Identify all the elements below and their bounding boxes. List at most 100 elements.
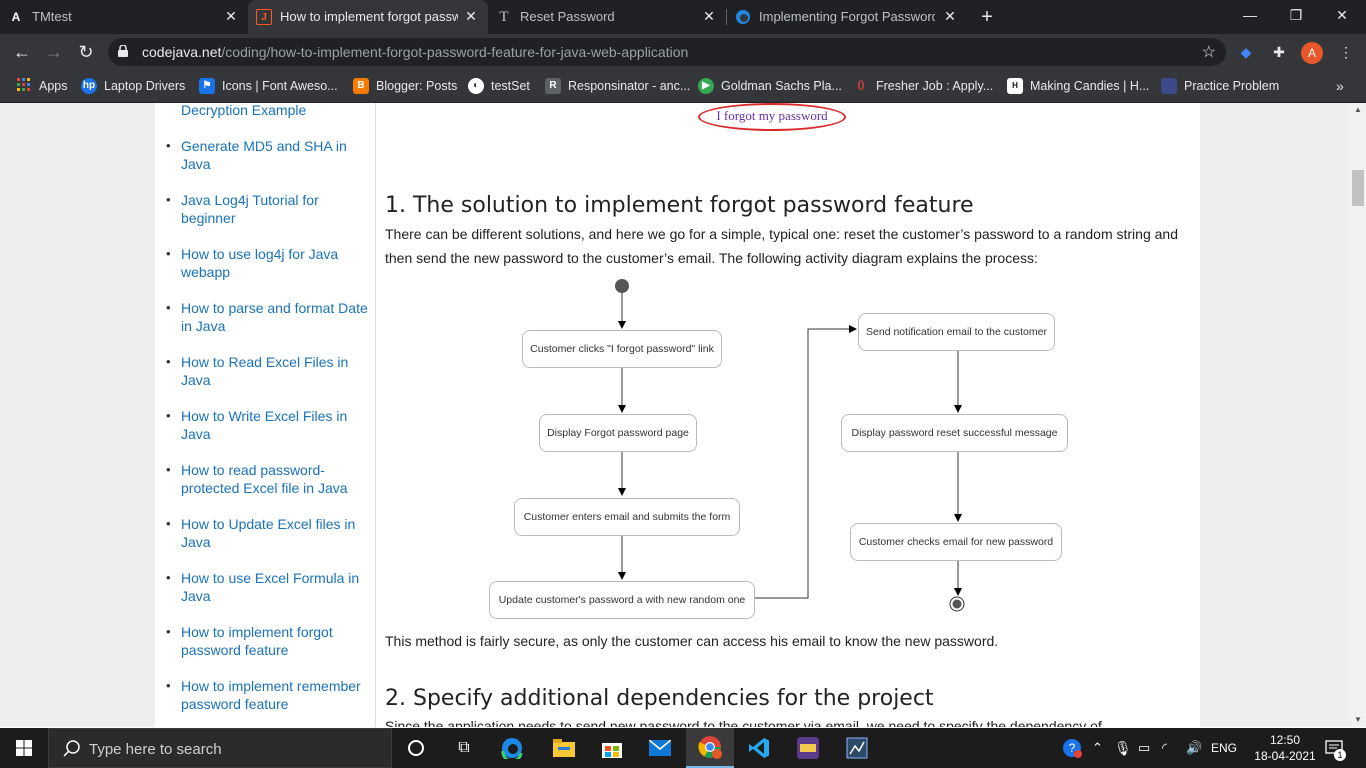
bookmark-blogger[interactable]: B Blogger: Posts bbox=[353, 76, 457, 96]
close-icon[interactable]: ✕ bbox=[941, 7, 959, 25]
help-icon[interactable]: ? bbox=[1060, 728, 1084, 768]
bookmark-making-candies[interactable]: H Making Candies | H... bbox=[1007, 76, 1149, 96]
bookmark-practice-problem[interactable]: Practice Problem bbox=[1161, 76, 1279, 96]
sidebar-link[interactable]: How to implement forgot password feature bbox=[166, 623, 371, 659]
microphone-icon[interactable]: 🎙 bbox=[1114, 728, 1132, 768]
notifications-icon[interactable]: 1 bbox=[1322, 728, 1346, 768]
scroll-down-arrow-icon[interactable]: ▼ bbox=[1354, 715, 1362, 724]
section-paragraph-2: This method is fairly secure, as only th… bbox=[385, 633, 999, 649]
bookmark-font-awesome[interactable]: ⚑ Icons | Font Aweso... bbox=[199, 76, 338, 96]
minimize-button[interactable]: — bbox=[1227, 0, 1273, 30]
tab-title: Reset Password bbox=[520, 9, 615, 24]
close-icon[interactable]: ✕ bbox=[222, 7, 240, 25]
sidebar-link[interactable]: Decryption Example bbox=[181, 103, 371, 119]
bookmark-star-icon[interactable]: ☆ bbox=[1202, 42, 1216, 62]
avatar[interactable]: A bbox=[1301, 42, 1323, 64]
new-tab-button[interactable]: + bbox=[976, 6, 998, 28]
sidebar-link[interactable]: How to implement remember password featu… bbox=[166, 677, 371, 713]
volume-icon[interactable]: 🔊 bbox=[1186, 728, 1202, 768]
diagram-node: Customer enters email and submits the fo… bbox=[514, 498, 740, 536]
clock[interactable]: 12:50 18-04-2021 bbox=[1252, 728, 1318, 768]
tab-reset-password[interactable]: T Reset Password ✕ bbox=[488, 0, 726, 34]
sidebar-link[interactable]: Java Log4j Tutorial for beginner bbox=[166, 191, 371, 227]
bookmark-testset[interactable]: ◐ testSet bbox=[468, 76, 530, 96]
address-bar[interactable]: codejava.net/coding/how-to-implement-for… bbox=[108, 38, 1226, 66]
task-view-icon[interactable]: ⧉ bbox=[440, 728, 488, 768]
close-icon[interactable]: ✕ bbox=[700, 7, 718, 25]
restore-button[interactable]: ❐ bbox=[1273, 0, 1319, 30]
bookmark-apps[interactable]: Apps bbox=[16, 76, 68, 96]
scrollbar-thumb[interactable] bbox=[1352, 170, 1364, 206]
web-page: Decryption Example Generate MD5 and SHA … bbox=[0, 103, 1366, 727]
diagram-node: Update customer's password a with new ra… bbox=[489, 581, 755, 619]
practice-icon bbox=[1161, 78, 1177, 94]
bookmark-label: Apps bbox=[39, 79, 68, 93]
tab-title: TMtest bbox=[32, 9, 72, 24]
vscode-icon[interactable] bbox=[735, 728, 783, 768]
flag-icon: ⚑ bbox=[199, 78, 215, 94]
clock-date: 18-04-2021 bbox=[1254, 749, 1316, 763]
menu-kebab-icon[interactable]: ⋮ bbox=[1336, 42, 1356, 62]
article-content: I forgot my password 1. The solution to … bbox=[376, 103, 1200, 727]
url-host: codejava.net bbox=[142, 44, 222, 60]
bookmark-label: Blogger: Posts bbox=[376, 79, 458, 93]
close-window-button[interactable]: ✕ bbox=[1319, 0, 1365, 30]
store-icon[interactable] bbox=[588, 728, 636, 768]
edge-icon bbox=[735, 9, 751, 25]
bookmark-label: Responsinator - anc... bbox=[568, 79, 691, 93]
puzzle-extensions-icon[interactable]: ✚ bbox=[1269, 42, 1289, 62]
section-paragraph-1: There can be different solutions, and he… bbox=[385, 226, 1178, 266]
back-arrow-icon[interactable]: ← bbox=[10, 40, 34, 64]
cortana-icon[interactable] bbox=[392, 728, 440, 768]
sidebar-link[interactable]: How to use Excel Formula in Java bbox=[166, 569, 371, 605]
bookmark-label: Laptop Drivers bbox=[104, 79, 186, 93]
show-hidden-icons-chevron-icon[interactable]: ⌃ bbox=[1092, 728, 1103, 768]
bookmark-goldman-sachs[interactable]: ▶ Goldman Sachs Pla... bbox=[698, 76, 842, 96]
search-placeholder: Type here to search bbox=[89, 741, 222, 758]
sidebar-link[interactable]: Generate MD5 and SHA in Java bbox=[166, 137, 371, 173]
bookmark-laptop-drivers[interactable]: hp Laptop Drivers bbox=[81, 76, 185, 96]
scroll-up-arrow-icon[interactable]: ▲ bbox=[1354, 105, 1362, 114]
section-heading-1: 1. The solution to implement forgot pass… bbox=[385, 193, 974, 218]
app-window-icon[interactable] bbox=[833, 728, 881, 768]
tab-implementing-forgot-password[interactable]: Implementing Forgot Password fo ✕ bbox=[727, 0, 967, 34]
tab-favicon-icon: J bbox=[256, 9, 272, 25]
edge-browser-icon[interactable] bbox=[488, 728, 536, 768]
file-explorer-icon[interactable] bbox=[540, 728, 588, 768]
extension-icon[interactable]: ◆ bbox=[1236, 42, 1256, 62]
bookmark-label: Goldman Sachs Pla... bbox=[721, 79, 842, 93]
bookmark-responsinator[interactable]: R Responsinator - anc... bbox=[545, 76, 690, 96]
bookmark-label: testSet bbox=[491, 79, 530, 93]
sidebar-link[interactable]: How to Read Excel Files in Java bbox=[166, 353, 371, 389]
bookmarks-bar: Apps hp Laptop Drivers ⚑ Icons | Font Aw… bbox=[0, 70, 1366, 103]
sidebar-link[interactable]: How to Update Excel files in Java bbox=[166, 515, 371, 551]
wifi-icon[interactable]: ◜ bbox=[1162, 728, 1167, 768]
section-paragraph-3: Since the application needs to send new … bbox=[385, 718, 1102, 727]
start-node bbox=[615, 279, 629, 293]
language-indicator[interactable]: ENG bbox=[1211, 728, 1237, 768]
diagram-node: Customer checks email for new password bbox=[850, 523, 1062, 561]
tab-favicon-icon: A bbox=[11, 10, 21, 24]
game-app-icon[interactable] bbox=[784, 728, 832, 768]
mail-icon[interactable] bbox=[636, 728, 684, 768]
page-scrollbar[interactable]: ▲ ▼ bbox=[1350, 103, 1366, 727]
close-icon[interactable]: ✕ bbox=[462, 7, 480, 25]
related-articles-sidebar: Decryption Example Generate MD5 and SHA … bbox=[155, 103, 376, 727]
bookmark-fresher-job[interactable]: () Fresher Job : Apply... bbox=[853, 76, 994, 96]
sidebar-link[interactable]: How to use log4j for Java webapp bbox=[166, 245, 371, 281]
clock-time: 12:50 bbox=[1269, 733, 1301, 747]
reload-icon[interactable]: ↻ bbox=[74, 40, 98, 64]
sidebar-link[interactable]: How to Write Excel Files in Java bbox=[166, 407, 371, 443]
lock-icon bbox=[118, 45, 128, 57]
taskbar-search-box[interactable]: Type here to search bbox=[48, 728, 392, 768]
url-path: /coding/how-to-implement-forgot-password… bbox=[221, 44, 689, 60]
more-bookmarks-chevron-icon[interactable]: » bbox=[1336, 76, 1344, 96]
battery-icon[interactable]: ▭ bbox=[1138, 728, 1150, 768]
sidebar-link[interactable]: How to parse and format Date in Java bbox=[166, 299, 371, 335]
tab-tmtest[interactable]: A TMtest ✕ bbox=[0, 0, 248, 34]
windows-start-icon[interactable] bbox=[0, 728, 48, 768]
chrome-icon[interactable] bbox=[686, 728, 734, 768]
forward-arrow-icon[interactable]: → bbox=[42, 40, 66, 64]
sidebar-link[interactable]: How to read password-protected Excel fil… bbox=[166, 461, 371, 497]
tab-forgot-password-codejava[interactable]: J How to implement forgot passw ✕ bbox=[248, 0, 488, 34]
